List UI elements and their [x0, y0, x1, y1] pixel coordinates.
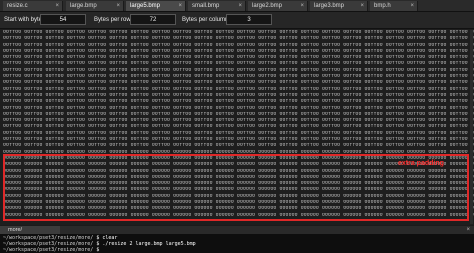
terminal-command: $ ./resize 2 large.bmp large5.bmp	[96, 241, 196, 247]
terminal-tab-bar: more/ ×	[0, 226, 474, 234]
terminal-command: $	[96, 247, 100, 253]
close-icon[interactable]: ×	[116, 1, 120, 11]
terminal-line: ~/workspace/pset3/resize/more/ $	[3, 247, 474, 253]
bytes-per-row-input[interactable]: 72	[130, 14, 176, 25]
close-icon[interactable]: ×	[300, 1, 304, 11]
hex-dump-row: 00ff00 00ff00 00ff00 00ff00 00ff00 00ff0…	[3, 80, 474, 86]
terminal[interactable]: ~/workspace/pset3/resize/more/ $ clear ~/…	[0, 234, 474, 253]
editor-tab-bar: resize.c × large.bmp × large5.bmp × small.bmp ×…	[0, 0, 474, 12]
editor-tab-label: large3.bmp	[314, 3, 345, 9]
bytes-per-column-label: Bytes per column:	[182, 17, 231, 23]
editor-tab[interactable]: large3.bmp ×	[310, 1, 368, 11]
terminal-tab[interactable]: more/	[0, 226, 60, 234]
editor-tab[interactable]: large2.bmp ×	[248, 1, 308, 11]
hex-dump-scrollbar[interactable]	[470, 30, 473, 224]
editor-tab-label: large5.bmp	[130, 3, 161, 9]
close-icon[interactable]: ×	[238, 1, 242, 11]
close-icon[interactable]: ×	[55, 1, 59, 11]
close-icon[interactable]: ×	[410, 1, 414, 11]
editor-tab-label: large.bmp	[70, 3, 97, 9]
start-byte-input[interactable]: 54	[40, 14, 86, 25]
bytes-per-row-label: Bytes per row:	[94, 17, 133, 23]
hex-dump-row: 00ff00 00ff00 00ff00 00ff00 00ff00 00ff0…	[3, 36, 474, 42]
editor-tab[interactable]: large5.bmp ×	[126, 1, 186, 11]
close-icon[interactable]: ×	[360, 1, 364, 11]
editor-tab-label: resize.c	[7, 3, 28, 9]
editor-tab[interactable]: resize.c ×	[3, 1, 63, 11]
editor-tab-label: bmp.h	[374, 3, 391, 9]
hex-dump-row: 00ff00 00ff00 00ff00 00ff00 00ff00 00ff0…	[3, 105, 474, 111]
hex-dump-row: 00ff00 00ff00 00ff00 00ff00 00ff00 00ff0…	[3, 61, 474, 67]
editor-tab-label: large2.bmp	[252, 3, 283, 9]
close-icon[interactable]: ×	[466, 226, 470, 234]
terminal-prompt-path: ~/workspace/pset3/resize/more/	[3, 247, 94, 253]
hex-viewer-toolbar: Start with byte: 54 Bytes per row: 72 By…	[0, 12, 474, 29]
bytes-per-column-input[interactable]: 3	[226, 14, 272, 25]
close-icon[interactable]: ×	[178, 1, 182, 11]
hex-dump-row: 00ff00 00ff00 00ff00 00ff00 00ff00 00ff0…	[3, 143, 474, 149]
hex-dump-row: 00ff00 00ff00 00ff00 00ff00 00ff00 00ff0…	[3, 99, 474, 105]
start-byte-label: Start with byte:	[4, 17, 44, 23]
hex-dump-row: 00ff00 00ff00 00ff00 00ff00 00ff00 00ff0…	[3, 42, 474, 48]
padding-annotation: extra padding	[398, 160, 444, 167]
hex-dump-row: 00ff00 00ff00 00ff00 00ff00 00ff00 00ff0…	[3, 124, 474, 130]
editor-tab[interactable]: bmp.h ×	[370, 1, 418, 11]
editor-tab[interactable]: large.bmp ×	[66, 1, 124, 11]
editor-tab[interactable]: small.bmp ×	[188, 1, 246, 11]
editor-tab-label: small.bmp	[192, 3, 220, 9]
